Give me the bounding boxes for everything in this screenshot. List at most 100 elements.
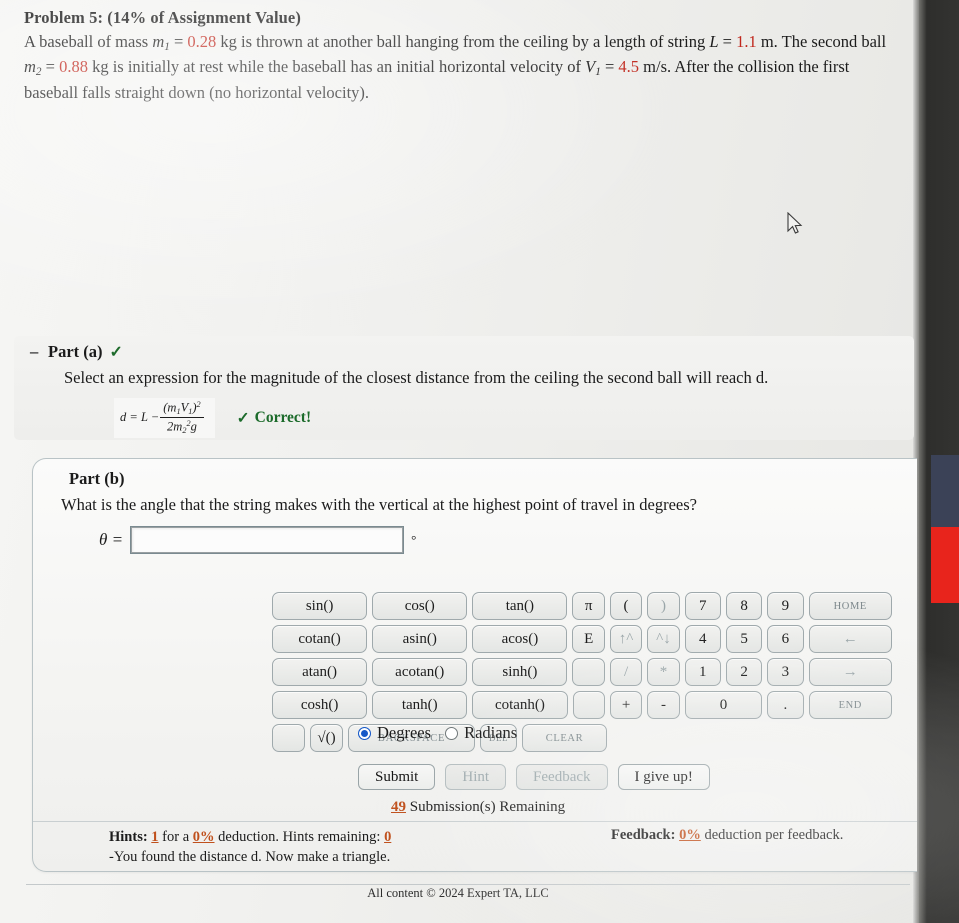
- equals-sign: =: [173, 32, 184, 51]
- part-a-label: Part (a): [48, 342, 103, 361]
- value-m2: 0.88: [59, 57, 88, 77]
- keypad-key-7[interactable]: 7: [684, 592, 721, 620]
- hints-mid2: deduction. Hints remaining:: [218, 829, 381, 845]
- keypad-key-blank[interactable]: ↑^: [609, 625, 643, 653]
- keypad-key-blank[interactable]: √(): [310, 724, 343, 752]
- footer-divider: [26, 884, 910, 885]
- meta-divider: [33, 821, 917, 822]
- keypad-key-clear[interactable]: CLEAR: [522, 724, 607, 752]
- statement-after-m2: kg is initially at rest while the baseba…: [92, 57, 506, 77]
- value-m1: 0.28: [187, 32, 217, 51]
- keypad-key-blank: [572, 691, 605, 719]
- keypad-key-tan[interactable]: tan(): [472, 592, 568, 620]
- hints-summary-line: Hints: 1 for a 0% deduction. Hints remai…: [109, 827, 391, 847]
- keypad-key-blank[interactable]: π: [572, 592, 605, 620]
- keypad-key-0[interactable]: 0: [684, 691, 763, 719]
- feedback-deduction: 0%: [679, 827, 701, 843]
- keypad-key-blank[interactable]: .: [767, 691, 804, 719]
- submissions-text: Submission(s) Remaining: [409, 799, 566, 815]
- part-a-correct-badge: ✓ Correct!: [237, 409, 312, 428]
- degree-unit-label: °: [411, 532, 417, 547]
- keypad-key-e[interactable]: E: [572, 625, 605, 653]
- keypad-key-end[interactable]: END: [808, 691, 892, 719]
- problem-title: Problem 5: (14% of Assignment Value): [24, 8, 301, 27]
- keypad-key-cotan[interactable]: cotan(): [272, 625, 368, 653]
- angle-mode-degrees[interactable]: Degrees: [358, 723, 431, 743]
- hint-button: Hint: [445, 764, 507, 790]
- formula-numerator: (m1V1)2: [160, 400, 204, 419]
- equals-sign-2: =: [722, 32, 732, 51]
- keypad-key-asin[interactable]: asin(): [372, 625, 468, 653]
- problem-body: A baseball of mass m1 = 0.28 kg is throw…: [24, 30, 906, 104]
- keypad-key-6[interactable]: 6: [767, 625, 804, 653]
- keypad-row: atan() acotan() sinh() / * 1 2 3 →: [272, 658, 892, 686]
- equals-sign-4: =: [604, 57, 615, 77]
- check-icon: ✓: [109, 344, 123, 361]
- symbol-m2: m2: [24, 57, 42, 79]
- keypad-key-acos[interactable]: acos(): [472, 625, 568, 653]
- hints-mid1: for a: [162, 829, 190, 845]
- keypad-key-1[interactable]: 1: [684, 658, 721, 686]
- keypad-key-8[interactable]: 8: [725, 592, 763, 620]
- submit-button[interactable]: Submit: [358, 764, 436, 790]
- keypad-key-4[interactable]: 4: [684, 625, 721, 653]
- keypad-key-blank[interactable]: /: [609, 658, 643, 686]
- hints-prefix: Hints:: [109, 829, 148, 845]
- keypad-row: cosh() tanh() cotanh() + -0. END: [272, 691, 892, 719]
- keypad-key-home[interactable]: HOME: [808, 592, 892, 620]
- keypad-key-cotanh[interactable]: cotanh(): [472, 691, 568, 719]
- part-b-card: Part (b) What is the angle that the stri…: [32, 458, 917, 872]
- part-b-question: What is the angle that the string makes …: [61, 495, 697, 514]
- angle-mode-group: Degrees Radians: [358, 723, 517, 743]
- part-a-header[interactable]: – Part (a) ✓: [30, 342, 123, 362]
- keypad-key-atan[interactable]: atan(): [272, 658, 368, 686]
- keypad-key-acotan[interactable]: acotan(): [372, 658, 468, 686]
- keypad-key-blank: [272, 724, 305, 752]
- part-a-prompt: Select an expression for the magnitude o…: [64, 368, 769, 387]
- keypad-key-sin[interactable]: sin(): [272, 592, 368, 620]
- formula-lhs: d = L −: [120, 410, 160, 425]
- keypad-key-2[interactable]: 2: [725, 658, 763, 686]
- keypad-row: cotan() asin() acos() E ↑^ ^↓ 4 5 6 ←: [272, 625, 892, 653]
- symbol-L: L: [709, 32, 719, 51]
- angle-mode-radians[interactable]: Radians: [445, 723, 517, 743]
- submissions-count: 49: [391, 799, 406, 815]
- symbol-m1: m1: [152, 32, 170, 54]
- statement-after-m1: kg is thrown at another ball hanging fro…: [220, 32, 706, 51]
- formula-denominator: 2m22g: [167, 419, 197, 436]
- keypad-key-blank[interactable]: ): [647, 592, 680, 620]
- radio-icon[interactable]: [445, 726, 459, 740]
- action-button-row: Submit Hint Feedback I give up!: [358, 764, 710, 790]
- keypad-key-blank[interactable]: ←: [808, 625, 892, 653]
- keypad-key-blank: [572, 658, 605, 686]
- value-V1: 4.5: [618, 57, 640, 77]
- answer-row: θ = °: [99, 526, 417, 554]
- minus-icon[interactable]: –: [30, 342, 41, 362]
- feedback-suffix: deduction per feedback.: [704, 827, 844, 843]
- correct-text: Correct!: [254, 409, 312, 427]
- keypad-key-blank[interactable]: →: [808, 658, 892, 686]
- keypad-key-blank[interactable]: (: [609, 592, 643, 620]
- keypad-key-cosh[interactable]: cosh(): [272, 691, 368, 719]
- keypad-key-blank[interactable]: -: [647, 691, 680, 719]
- keypad-key-3[interactable]: 3: [767, 658, 804, 686]
- keypad-key-blank[interactable]: ^↓: [647, 625, 680, 653]
- keypad-key-blank[interactable]: +: [609, 691, 643, 719]
- bezel-red-strip: [931, 527, 959, 603]
- angle-mode-label: Radians: [464, 723, 518, 742]
- keypad-key-blank[interactable]: *: [647, 658, 680, 686]
- keypad-key-cos[interactable]: cos(): [372, 592, 468, 620]
- keypad-key-5[interactable]: 5: [725, 625, 763, 653]
- i-give-up-button[interactable]: I give up!: [617, 764, 710, 790]
- answer-input[interactable]: [130, 526, 405, 554]
- statement-after-L: m. The second ball: [760, 32, 887, 51]
- keypad-key-9[interactable]: 9: [767, 592, 804, 620]
- submissions-remaining: 49 Submission(s) Remaining: [391, 799, 565, 816]
- feedback-button: Feedback: [516, 764, 608, 790]
- problem-page: Problem 5: (14% of Assignment Value) A b…: [0, 0, 917, 923]
- hints-count: 1: [151, 829, 159, 845]
- keypad-key-tanh[interactable]: tanh(): [372, 691, 468, 719]
- keypad-key-sinh[interactable]: sinh(): [472, 658, 568, 686]
- part-a-answer-row: d = L − (m1V1)2 2m22g ✓ Correct!: [114, 398, 312, 439]
- radio-icon[interactable]: [358, 726, 371, 740]
